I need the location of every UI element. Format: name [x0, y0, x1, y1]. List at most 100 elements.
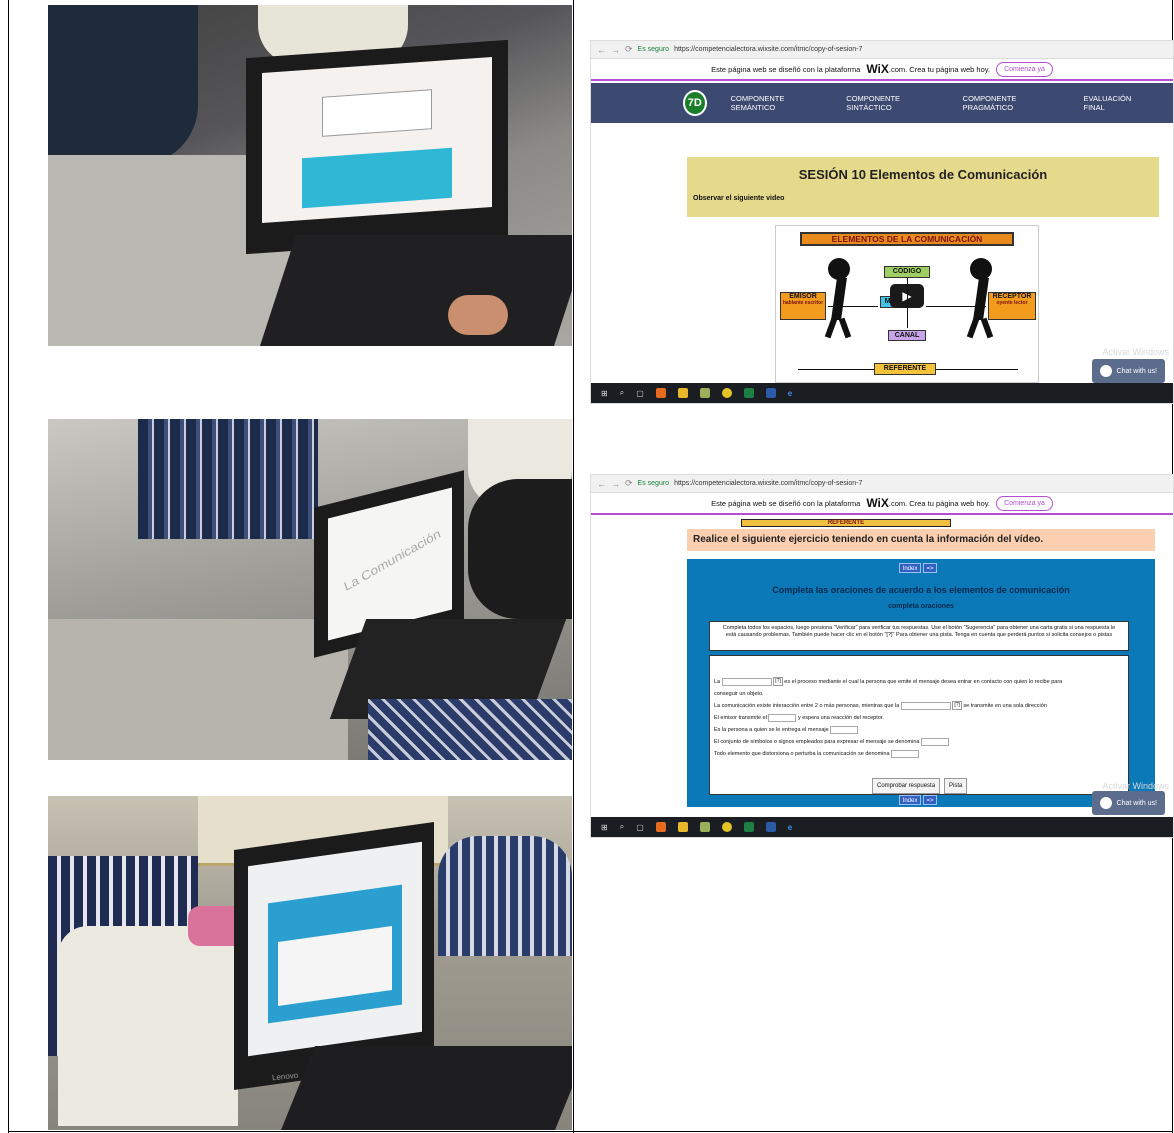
- wix-notice-text: Este página web se diseñó con la platafo…: [711, 64, 861, 74]
- table-divider-vertical: [573, 0, 574, 1133]
- file-explorer-icon: [677, 822, 688, 832]
- secure-label: Es seguro: [637, 46, 670, 53]
- word-icon: [765, 388, 776, 398]
- emisor-title: EMISOR: [789, 293, 817, 300]
- file-explorer-icon: [677, 388, 688, 398]
- q2-text-b: se transmite en una sola dirección: [963, 703, 1047, 709]
- answer-input-4[interactable]: [830, 725, 859, 734]
- question-5: El conjunto de símbolos o signos emplead…: [714, 736, 1124, 748]
- task-view-icon: ▢: [636, 822, 644, 832]
- index-button-top[interactable]: Index: [899, 563, 921, 573]
- index-button-bottom[interactable]: Index: [899, 795, 921, 805]
- wix-notice-bar-2: Este página web se diseñó con la platafo…: [591, 493, 1173, 515]
- windows-taskbar: ⊞ ⌕ ▢ e: [591, 383, 1173, 403]
- activate-windows-watermark: Activar Windows: [1102, 781, 1169, 791]
- hint-button[interactable]: Pista: [944, 778, 968, 794]
- firefox-icon: [655, 388, 666, 398]
- website-screenshot-exercise: ← → ⟳ Es seguro https://competencialecto…: [590, 474, 1174, 838]
- video-banner: ELEMENTOS DE LA COMUNICACIÓN: [800, 232, 1014, 246]
- nav-item-pragmatico: COMPONENTE PRAGMÁTICO: [962, 94, 1017, 112]
- back-icon: ←: [597, 478, 606, 489]
- app-icon: [699, 388, 710, 398]
- word-icon: [765, 822, 776, 832]
- check-answer-button[interactable]: Comprobar respuesta: [872, 778, 941, 794]
- chat-widget[interactable]: Chat with us!: [1091, 359, 1165, 383]
- arrow-mensaje-receptor: [926, 306, 986, 307]
- hint-button-1[interactable]: [?]: [773, 677, 783, 687]
- url-text: https://competencialectora.wixsite.com/i…: [674, 480, 863, 487]
- table-border-left: [8, 0, 9, 1133]
- q3-text-a: El emisor transmite el: [714, 715, 767, 721]
- chat-label: Chat with us!: [1116, 799, 1157, 807]
- answer-input-1[interactable]: [721, 677, 772, 686]
- wix-cta-button: Comienza ya: [996, 495, 1053, 511]
- q3-text-b: y espera una reacción del receptor.: [797, 715, 884, 721]
- windows-start-icon: ⊞: [601, 822, 608, 832]
- white-chair-front: [58, 926, 238, 1126]
- chat-icon: [1099, 365, 1112, 377]
- back-icon: ←: [597, 44, 606, 55]
- label-referente: REFERENTE: [874, 363, 936, 375]
- task-view-icon: ▢: [636, 388, 644, 398]
- classroom-photo-3: Lenovo: [48, 796, 572, 1130]
- q6-text: Todo elemento que distorsiona o perturba…: [714, 751, 890, 757]
- laptop-screen-3: [248, 841, 422, 1057]
- student-head: [468, 479, 572, 619]
- answer-input-5[interactable]: [920, 737, 949, 746]
- taskbar-search-icon: ⌕: [619, 388, 625, 397]
- secure-label: Es seguro: [637, 480, 670, 487]
- chat-widget[interactable]: Chat with us!: [1091, 791, 1165, 815]
- q2-text-a: La comunicación existe interacción entre…: [714, 703, 900, 709]
- session-subtitle: Observar el siguiente video: [693, 195, 785, 202]
- receptor-title: RECEPTOR: [992, 293, 1032, 300]
- answer-input-6[interactable]: [891, 749, 920, 758]
- answer-input-2[interactable]: [900, 701, 951, 710]
- website-screenshot-session: ← → ⟳ Es seguro https://competencialecto…: [590, 40, 1174, 404]
- q1-text-b: es el proceso mediante el cual la person…: [784, 679, 1063, 685]
- reload-icon: ⟳: [625, 44, 633, 54]
- answer-input-3[interactable]: [768, 713, 797, 722]
- q1-text-a: La: [714, 679, 721, 685]
- activate-windows-watermark: Activar Windows: [1102, 347, 1169, 357]
- arrow-emisor-mensaje: [828, 306, 878, 307]
- nav-item-sintactico: COMPONENTE SINTÁCTICO: [846, 94, 901, 112]
- students-background: [438, 836, 572, 956]
- wix-notice-end: .com. Crea tu página web hoy.: [888, 64, 991, 74]
- wix-notice-end: .com. Crea tu página web hoy.: [888, 498, 991, 508]
- arrow-codigo-canal: [907, 278, 908, 328]
- table-border-bottom: [8, 1131, 1173, 1132]
- windows-taskbar: ⊞ ⌕ ▢ e: [591, 817, 1173, 837]
- windows-start-icon: ⊞: [601, 388, 608, 398]
- exercise-subtitle: completa oraciones: [888, 603, 954, 610]
- wix-cta-button: Comienza ya: [996, 61, 1053, 77]
- next-button-bottom[interactable]: =>: [923, 795, 937, 805]
- emisor-sub: hablante escritor: [782, 300, 824, 306]
- screen-blue-block: [302, 147, 452, 209]
- exercise-form: La [?] es el proceso mediante el cual la…: [709, 655, 1129, 795]
- site-navigation: 7D COMPONENTE SEMÁNTICO COMPONENTE SINTÁ…: [591, 83, 1173, 123]
- nav-item-evaluacion: EVALUACIÓN FINAL: [1083, 94, 1132, 112]
- student-hand: [448, 295, 508, 335]
- label-canal: CANAL: [888, 330, 926, 341]
- exercise-title: Completa las oraciones de acuerdo a los …: [772, 585, 1070, 595]
- question-4: Es la persona a quien se le entrega el m…: [714, 724, 1124, 736]
- q5-text: El conjunto de símbolos o signos emplead…: [714, 739, 920, 745]
- app-icon: [699, 822, 710, 832]
- laptop-keyboard: [259, 235, 572, 346]
- site-logo: 7D: [683, 90, 707, 116]
- wix-notice-bar: Este página web se diseñó con la platafo…: [591, 59, 1173, 81]
- session-header: SESIÓN 10 Elementos de Comunicación Obse…: [687, 157, 1159, 217]
- chat-label: Chat with us!: [1116, 367, 1157, 375]
- url-text: https://competencialectora.wixsite.com/i…: [674, 46, 863, 53]
- receptor-sub: oyente lector: [996, 300, 1028, 306]
- referente-strip: REFERENTE: [741, 519, 951, 527]
- question-2: La comunicación existe interacción entre…: [714, 700, 1124, 712]
- q4-text: Es la persona a quien se le entrega el m…: [714, 727, 829, 733]
- nav-item-semantico: COMPONENTE SEMÁNTICO: [730, 94, 785, 112]
- next-button-top[interactable]: =>: [923, 563, 937, 573]
- wix-brand: WiX: [866, 496, 889, 510]
- hint-button-2[interactable]: [?]: [952, 701, 962, 711]
- session-title: SESIÓN 10 Elementos de Comunicación: [798, 167, 1048, 182]
- firefox-icon: [655, 822, 666, 832]
- chrome-icon: [721, 822, 732, 832]
